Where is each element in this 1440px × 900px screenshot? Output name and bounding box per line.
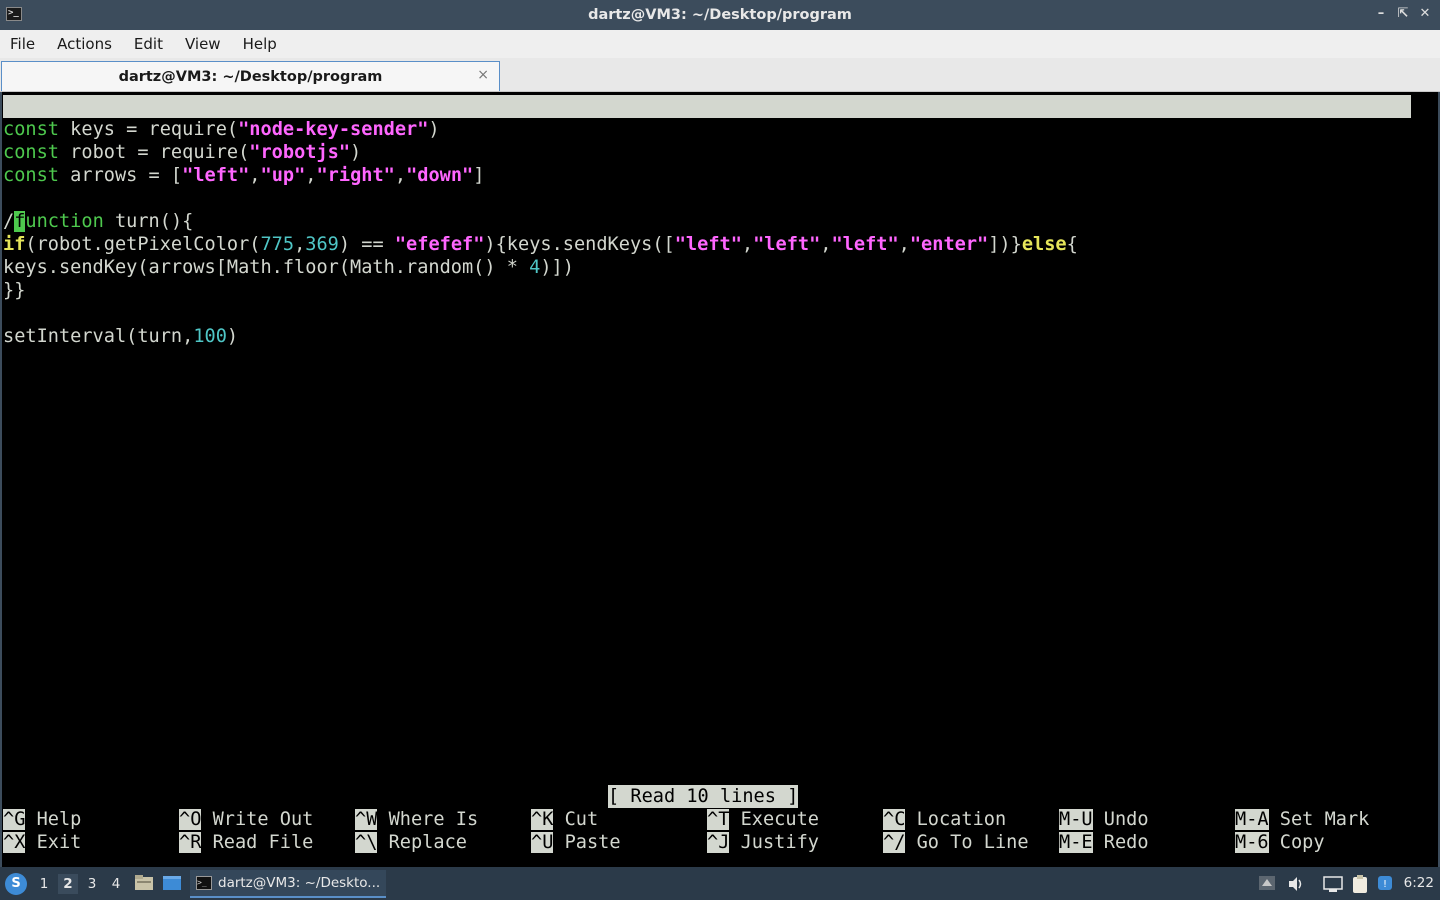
show-desktop-icon[interactable] <box>162 874 182 892</box>
file-manager-icon[interactable] <box>134 874 154 892</box>
workspace-4[interactable]: 4 <box>106 874 126 894</box>
start-menu-icon[interactable]: S <box>5 873 27 895</box>
tab-bar: dartz@VM3: ~/Desktop/program × <box>0 58 1440 92</box>
shortcut-redo: M-E Redo <box>1059 832 1149 853</box>
shortcut-undo: M-U Undo <box>1059 809 1149 830</box>
workspace-2[interactable]: 2 <box>58 874 78 894</box>
menu-view[interactable]: View <box>185 35 221 53</box>
menu-actions[interactable]: Actions <box>57 35 112 53</box>
terminal-task-icon: >_ <box>196 876 212 890</box>
tab-label: dartz@VM3: ~/Desktop/program <box>118 68 383 85</box>
tray-up-arrow-icon[interactable] <box>1258 874 1278 894</box>
minimize-icon[interactable]: – <box>1374 6 1388 22</box>
workspace-3[interactable]: 3 <box>82 874 102 894</box>
shortcut-location: ^C Location <box>883 809 1007 830</box>
window-title: dartz@VM3: ~/Desktop/program <box>588 7 852 23</box>
clock: 6:22 <box>1403 875 1434 891</box>
terminal-app-icon: >_ <box>6 7 22 21</box>
terminal-area[interactable]: GNU nano 6.2 index.js * const keys = req… <box>0 92 1440 867</box>
taskbar-task-terminal[interactable]: >_ dartz@VM3: ~/Deskto... <box>190 870 386 898</box>
code-line-2: const robot = require("robotjs") <box>3 142 362 163</box>
maximize-icon[interactable]: ⇱ <box>1396 6 1410 22</box>
shortcut-set-mark: M-A Set Mark <box>1235 809 1370 830</box>
shortcut-execute: ^T Execute <box>707 809 819 830</box>
window-titlebar: >_ dartz@VM3: ~/Desktop/program – ⇱ ✕ <box>0 0 1440 30</box>
code-line-7: keys.sendKey(arrows[Math.floor(Math.rand… <box>3 257 574 278</box>
terminal-scrollbar[interactable] <box>1414 95 1438 865</box>
code-line-8: }} <box>3 280 26 301</box>
code-line-1: const keys = require("node-key-sender") <box>3 119 440 140</box>
code-line-3: const arrows = ["left","up","right","dow… <box>3 165 485 186</box>
volume-icon[interactable] <box>1286 874 1306 894</box>
shortcut-write-out: ^O Write Out <box>179 809 314 830</box>
shortcut-help: ^G Help <box>3 809 82 830</box>
code-line-5: /function turn(){ <box>3 211 194 232</box>
close-icon[interactable]: ✕ <box>1418 6 1432 22</box>
workspace-1[interactable]: 1 <box>34 874 54 894</box>
svg-text:!: ! <box>1383 879 1387 890</box>
menu-bar: File Actions Edit View Help <box>0 30 1440 58</box>
menu-edit[interactable]: Edit <box>134 35 163 53</box>
shortcut-justify: ^J Justify <box>707 832 819 853</box>
tab-terminal[interactable]: dartz@VM3: ~/Desktop/program × <box>1 61 500 91</box>
nano-status-message: [ Read 10 lines ] <box>608 785 799 808</box>
menu-file[interactable]: File <box>10 35 35 53</box>
nano-header: GNU nano 6.2 index.js * <box>3 95 1411 163</box>
shortcut-paste: ^U Paste <box>531 832 621 853</box>
shortcut-exit: ^X Exit <box>3 832 82 853</box>
task-label: dartz@VM3: ~/Deskto... <box>218 875 381 891</box>
nano-filename: index.js * <box>685 142 797 163</box>
shortcut-cut: ^K Cut <box>531 809 599 830</box>
shortcut-where-is: ^W Where Is <box>355 809 479 830</box>
notification-icon[interactable]: ! <box>1376 874 1396 894</box>
code-line-6: if(robot.getPixelColor(775,369) == "efef… <box>3 234 1078 255</box>
shortcut-read-file: ^R Read File <box>179 832 314 853</box>
clipboard-icon[interactable] <box>1350 874 1370 894</box>
code-line-10: setInterval(turn,100) <box>3 326 239 347</box>
tab-close-icon[interactable]: × <box>477 67 489 83</box>
text-cursor: f <box>14 211 26 232</box>
taskbar: S 1 2 3 4 >_ dartz@VM3: ~/Deskto... ! 6:… <box>0 867 1440 900</box>
window-controls: – ⇱ ✕ <box>1374 6 1432 22</box>
shortcut-go-to-line: ^/ Go To Line <box>883 832 1029 853</box>
shortcut-copy: M-6 Copy <box>1235 832 1325 853</box>
menu-help[interactable]: Help <box>243 35 277 53</box>
network-icon[interactable] <box>1322 874 1343 894</box>
shortcut-replace: ^\ Replace <box>355 832 467 853</box>
